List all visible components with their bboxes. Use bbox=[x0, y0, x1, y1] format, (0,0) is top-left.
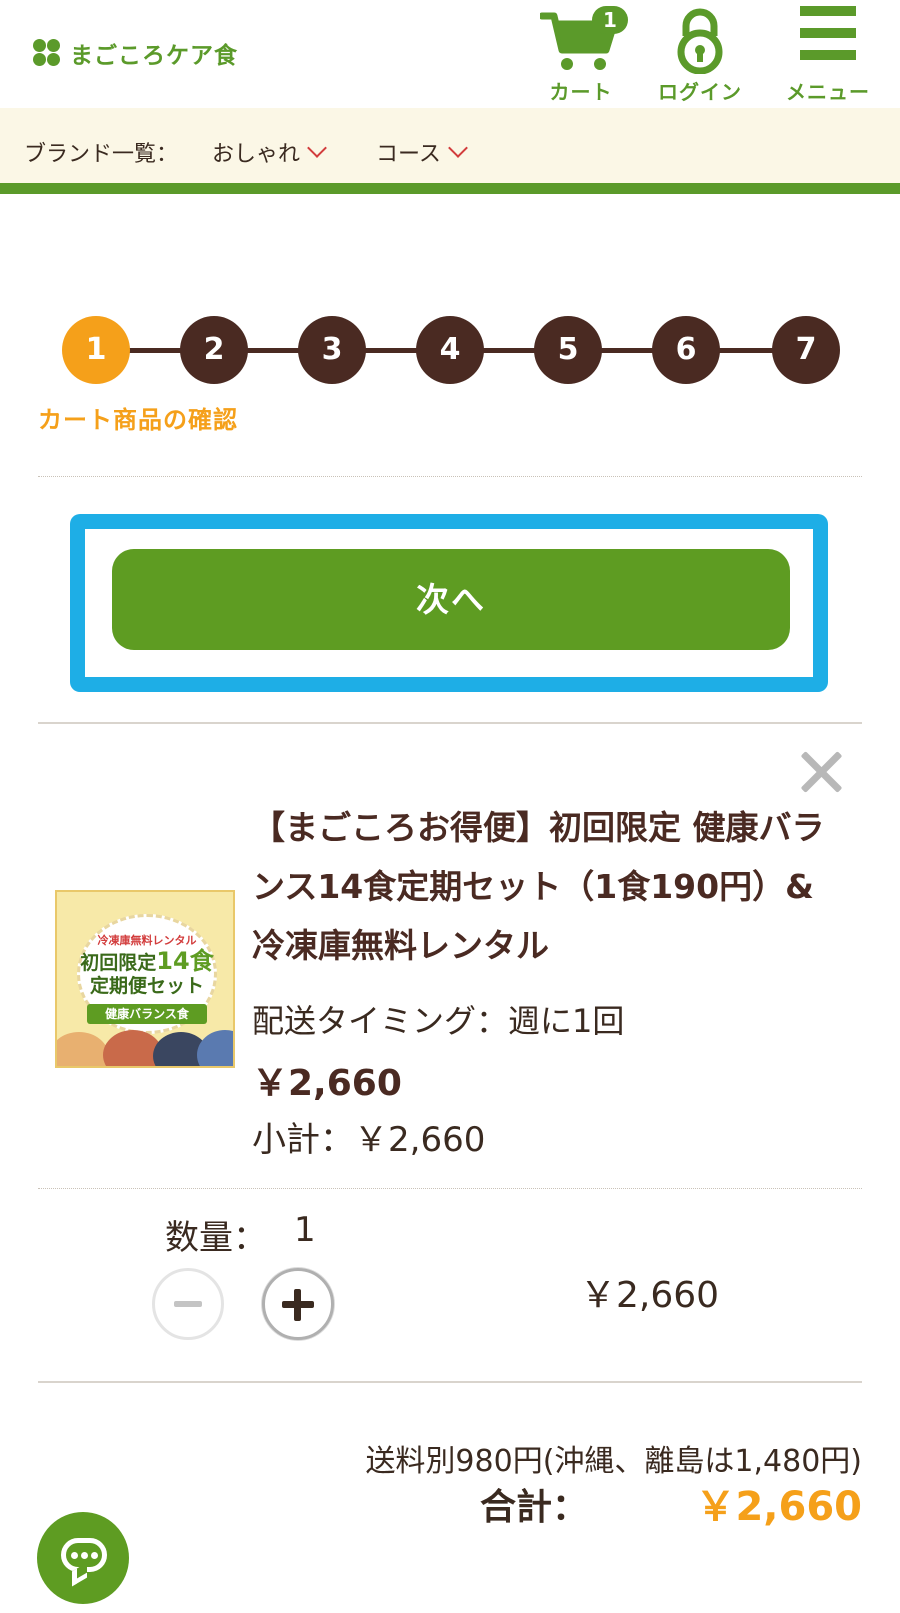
brand-dropdown-oshare[interactable]: おしゃれ bbox=[212, 136, 327, 168]
chat-dot bbox=[91, 1552, 98, 1559]
brand-dropdown-course[interactable]: コース bbox=[376, 136, 468, 168]
site-header: まごころケア食 1 カート ログイン メニュー bbox=[0, 0, 900, 108]
step-5: 5 bbox=[534, 316, 602, 384]
delivery-timing: 配送タイミング：週に1回 bbox=[252, 1002, 625, 1040]
site-logo[interactable]: まごころケア食 bbox=[32, 36, 238, 70]
chevron-down-icon bbox=[448, 138, 468, 158]
step-3: 3 bbox=[298, 316, 366, 384]
total-label: 合計： bbox=[480, 1487, 589, 1528]
product-image[interactable]: 冷凍庫無料レンタル 初回限定14食 定期便セット 健康バランス食 bbox=[55, 890, 235, 1068]
logo-text: まごころケア食 bbox=[70, 43, 238, 69]
step-1: 1 bbox=[62, 316, 130, 384]
divider bbox=[38, 1188, 862, 1189]
cart-count-badge: 1 bbox=[592, 6, 628, 34]
cart-label: カート bbox=[549, 80, 613, 104]
hamburger-icon bbox=[800, 6, 856, 60]
total-value: ￥2,660 bbox=[695, 1484, 862, 1530]
divider bbox=[38, 1381, 862, 1383]
current-step-label: カート商品の確認 bbox=[38, 406, 238, 434]
product-title[interactable]: 【まごころお得便】初回限定 健康バランス14食定期セット（1食190円）&冷凍庫… bbox=[252, 798, 842, 975]
login-label: ログイン bbox=[658, 80, 742, 104]
next-button[interactable]: 次へ bbox=[112, 549, 790, 650]
step-6: 6 bbox=[652, 316, 720, 384]
divider bbox=[38, 722, 862, 724]
food-dish bbox=[197, 1030, 233, 1066]
line-total: ￥2,660 bbox=[580, 1275, 720, 1316]
divider bbox=[38, 476, 862, 477]
product-image-text-first: 初回限定 bbox=[80, 952, 157, 974]
brand-list-label: ブランド一覧： bbox=[24, 136, 178, 168]
product-image-text-balance: 健康バランス食 bbox=[87, 1004, 207, 1024]
chat-dot bbox=[71, 1552, 78, 1559]
close-icon[interactable] bbox=[796, 746, 848, 798]
chat-button[interactable] bbox=[37, 1512, 129, 1604]
quantity-label: 数量： bbox=[165, 1218, 267, 1258]
checkout-step-indicator: 1 2 3 4 5 6 7 bbox=[62, 316, 840, 384]
menu-label: メニュー bbox=[786, 80, 870, 104]
login-button[interactable]: ログイン bbox=[658, 6, 742, 105]
product-image-text-count: 14食 bbox=[156, 947, 214, 975]
step-7: 7 bbox=[772, 316, 840, 384]
brand-dropdown-oshare-label: おしゃれ bbox=[212, 142, 301, 167]
product-image-text-main: 初回限定14食 定期便セット bbox=[57, 947, 233, 998]
cart-button[interactable]: 1 カート bbox=[540, 6, 628, 105]
menu-button[interactable]: メニュー bbox=[786, 6, 870, 105]
lock-icon bbox=[677, 8, 723, 74]
step-4: 4 bbox=[416, 316, 484, 384]
quantity-value: 1 bbox=[294, 1210, 316, 1250]
clover-logo-icon bbox=[32, 38, 62, 68]
product-image-text-rental: 冷凍庫無料レンタル bbox=[97, 934, 197, 947]
brand-list-label-text: ブランド一覧： bbox=[24, 142, 179, 167]
brand-dropdown-course-label: コース bbox=[376, 142, 441, 167]
step-2: 2 bbox=[180, 316, 248, 384]
product-subtotal: 小計：￥2,660 bbox=[252, 1120, 486, 1160]
food-dish bbox=[57, 1032, 109, 1066]
product-price: ￥2,660 bbox=[252, 1063, 402, 1104]
product-image-text-set: 定期便セット bbox=[89, 975, 204, 997]
quantity-decrease-button[interactable] bbox=[152, 1268, 224, 1340]
quantity-increase-button[interactable] bbox=[262, 1268, 334, 1340]
brand-navigation-bar: ブランド一覧： おしゃれ コース bbox=[0, 108, 900, 194]
chevron-down-icon bbox=[307, 138, 327, 158]
chat-dot bbox=[81, 1552, 88, 1559]
